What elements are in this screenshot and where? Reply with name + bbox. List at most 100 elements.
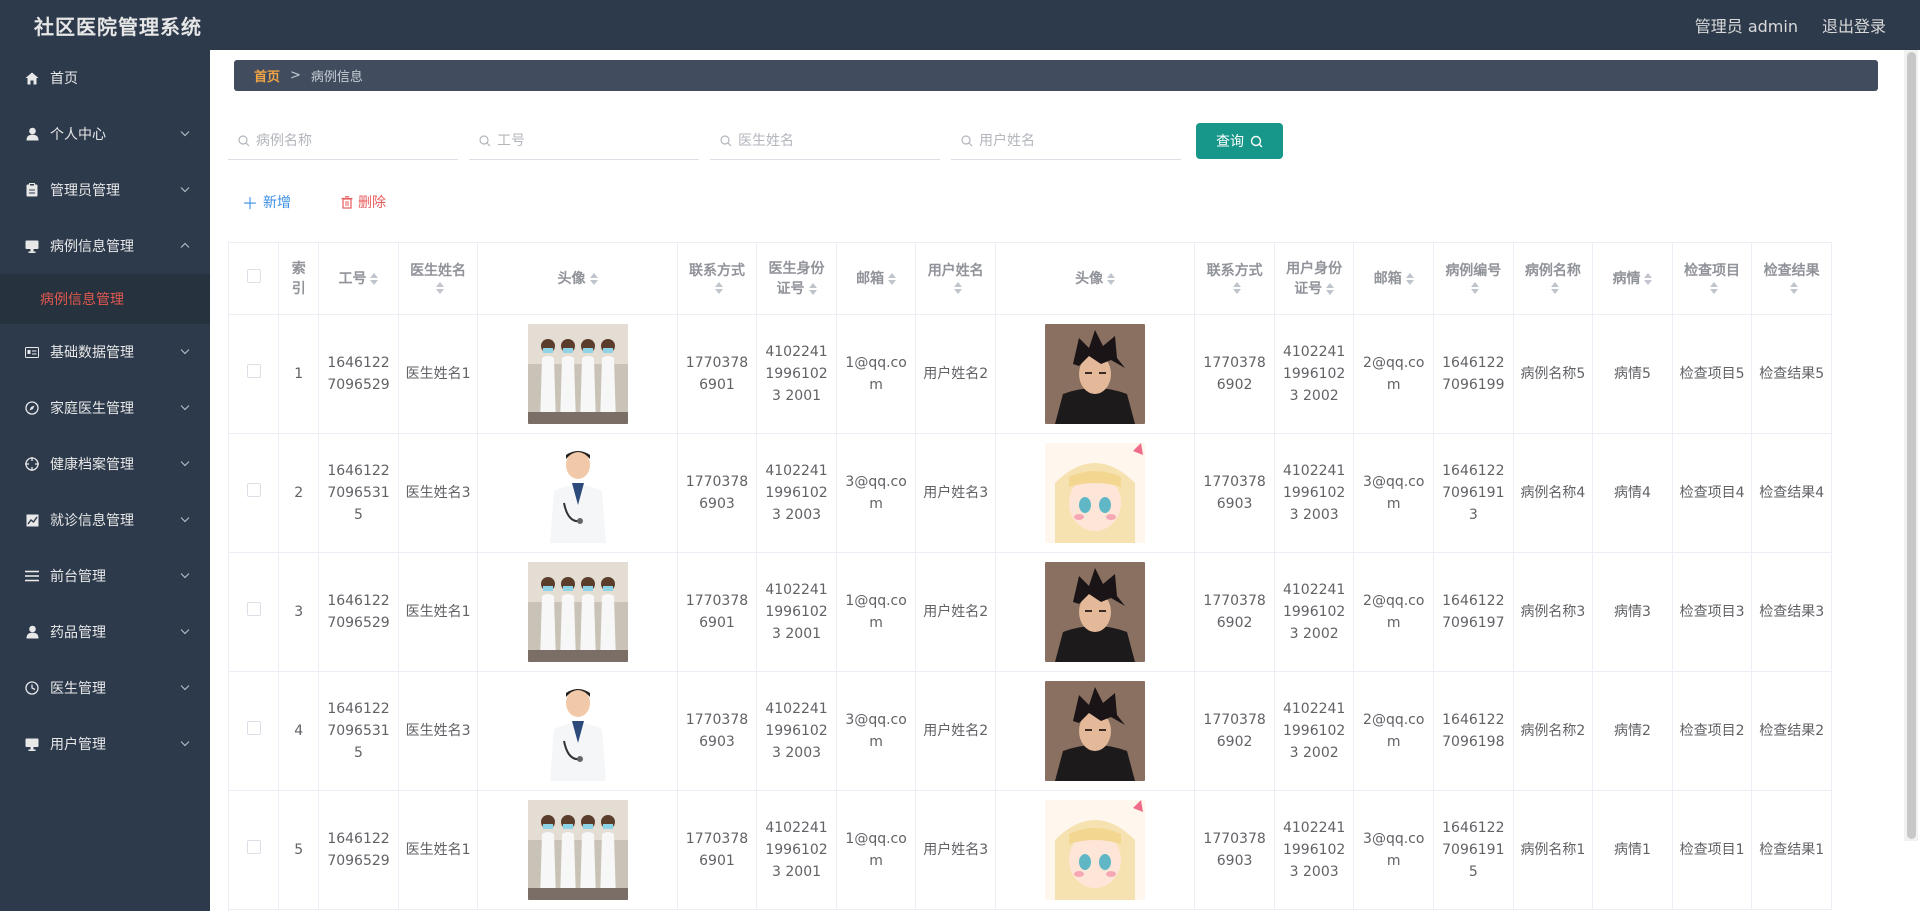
cell-text: 16461227096198 (1442, 711, 1505, 750)
case-name-input[interactable] (256, 132, 446, 149)
sort-icon[interactable] (1107, 273, 1116, 286)
header-user-id[interactable]: 用户身份证号 (1274, 243, 1355, 315)
doctor-avatar-image[interactable] (527, 799, 628, 900)
user-name-input[interactable] (979, 132, 1169, 149)
sort-icon[interactable] (1550, 282, 1559, 295)
row-select-cell (229, 790, 280, 910)
header-doctor-id[interactable]: 医生身份证号 (756, 243, 837, 315)
header-doctor-avatar[interactable]: 头像 (477, 243, 678, 315)
sidebar-item-6[interactable]: 健康档案管理 (0, 436, 210, 492)
row-checkbox[interactable] (246, 720, 261, 735)
header-user-email[interactable]: 邮箱 (1353, 243, 1435, 315)
cell-text: 410224119961023 2003 (1282, 462, 1346, 523)
sort-icon[interactable] (1232, 282, 1241, 295)
header-doctor-phone[interactable]: 联系方式 (677, 243, 758, 315)
header-user-phone[interactable]: 联系方式 (1194, 243, 1275, 315)
sidebar-item-0[interactable]: 首页 (0, 50, 210, 106)
header-case-no[interactable]: 病例编号 (1433, 243, 1514, 315)
sidebar-item-1[interactable]: 个人中心 (0, 106, 210, 162)
sort-icon[interactable] (1710, 282, 1719, 295)
sidebar-item-4[interactable]: 基础数据管理 (0, 324, 210, 380)
doctor-avatar-image[interactable] (527, 442, 628, 543)
sidebar-item-5[interactable]: 家庭医生管理 (0, 380, 210, 436)
id-card-icon (24, 344, 40, 360)
search-icon (1250, 135, 1263, 147)
sort-icon[interactable] (436, 282, 445, 295)
logout-button[interactable]: 退出登录 (1822, 13, 1886, 37)
sidebar-item-8[interactable]: 前台管理 (0, 548, 210, 604)
sort-icon[interactable] (808, 283, 817, 296)
cell-case-name: 病例名称4 (1513, 433, 1594, 553)
breadcrumb-home[interactable]: 首页 (254, 66, 280, 85)
doctor-avatar-image[interactable] (527, 680, 628, 781)
row-checkbox[interactable] (246, 839, 261, 854)
sidebar-item-11[interactable]: 用户管理 (0, 716, 210, 772)
admin-user-label[interactable]: 管理员 admin (1695, 13, 1798, 37)
header-case-name[interactable]: 病例名称 (1513, 243, 1594, 315)
header-doctor-name[interactable]: 医生姓名 (398, 243, 479, 315)
cell-job-no: 164612270965315 (318, 433, 399, 553)
clipboard-icon (24, 182, 40, 198)
cell-user-email: 3@qq.com (1353, 433, 1435, 553)
row-checkbox[interactable] (246, 601, 261, 616)
app-title: 社区医院管理系统 (34, 14, 202, 39)
header-exam-item[interactable]: 检查项目 (1672, 243, 1753, 315)
cell-text: 病情5 (1614, 365, 1651, 382)
header-condition[interactable]: 病情 (1592, 243, 1673, 315)
header-exam-result[interactable]: 检查结果 (1751, 243, 1832, 315)
page-scrollbar[interactable] (1904, 50, 1918, 841)
delete-button[interactable]: 删除 (341, 190, 386, 214)
sort-icon[interactable] (1405, 273, 1414, 286)
job-no-input[interactable] (497, 132, 687, 149)
user-avatar-image[interactable] (1045, 680, 1146, 781)
scrollbar-thumb[interactable] (1907, 52, 1916, 839)
cell-doctor-name: 医生姓名1 (398, 552, 479, 672)
sidebar-item-9[interactable]: 药品管理 (0, 604, 210, 660)
doctor-avatar-image[interactable] (527, 561, 628, 662)
header-doctor-email[interactable]: 邮箱 (836, 243, 917, 315)
doctor-avatar-image[interactable] (527, 323, 628, 424)
sort-icon[interactable] (1326, 283, 1335, 296)
doctor-name-input[interactable] (738, 132, 928, 149)
cell-text: 用户姓名2 (923, 603, 989, 620)
user-avatar-image[interactable] (1045, 323, 1146, 424)
header-user-avatar[interactable]: 头像 (995, 243, 1196, 315)
sidebar-item-7[interactable]: 就诊信息管理 (0, 492, 210, 548)
cell-text: 病情2 (1614, 722, 1651, 739)
sidebar-item-2[interactable]: 管理员管理 (0, 162, 210, 218)
sidebar-item-3[interactable]: 病例信息管理 (0, 218, 210, 274)
header-doctor-phone-label: 联系方式 (688, 263, 745, 280)
header-case-no-label: 病例编号 (1445, 263, 1502, 280)
user-avatar-image[interactable] (1045, 442, 1146, 543)
sort-icon[interactable] (589, 273, 598, 286)
cell-text: 17703786903 (1203, 830, 1266, 869)
sort-icon[interactable] (1471, 282, 1480, 295)
sidebar-subitem-active[interactable]: 病例信息管理 (0, 274, 210, 324)
sort-icon[interactable] (370, 273, 379, 286)
row-checkbox[interactable] (246, 482, 261, 497)
sort-icon[interactable] (888, 273, 897, 286)
header-user-name[interactable]: 用户姓名 (915, 243, 996, 315)
sort-icon[interactable] (1789, 282, 1798, 295)
cell-text: 3@qq.com (845, 473, 907, 512)
cell-doctor-avatar (477, 552, 678, 672)
header-job-no[interactable]: 工号 (318, 243, 399, 315)
user-avatar-image[interactable] (1045, 561, 1146, 662)
sidebar-item-10[interactable]: 医生管理 (0, 660, 210, 716)
add-button[interactable]: ＋ 新增 (242, 190, 291, 214)
sort-icon[interactable] (953, 282, 962, 295)
sort-icon[interactable] (1644, 273, 1653, 286)
cell-text: 检查项目5 (1679, 365, 1745, 382)
select-all-checkbox[interactable] (246, 269, 261, 284)
sidebar-item-label: 用户管理 (50, 737, 106, 753)
user-avatar-image[interactable] (1045, 799, 1146, 900)
sort-icon[interactable] (714, 282, 723, 295)
cell-text: 17703786902 (1203, 711, 1266, 750)
row-checkbox[interactable] (246, 363, 261, 378)
cell-doctor-id: 410224119961023 2001 (756, 314, 837, 434)
row-select-cell (229, 433, 280, 553)
query-button[interactable]: 查询 (1196, 123, 1283, 159)
cell-condition: 病情5 (1592, 314, 1673, 434)
cell-text: 16461227096197 (1442, 592, 1505, 631)
sidebar-item-label: 个人中心 (50, 127, 106, 143)
